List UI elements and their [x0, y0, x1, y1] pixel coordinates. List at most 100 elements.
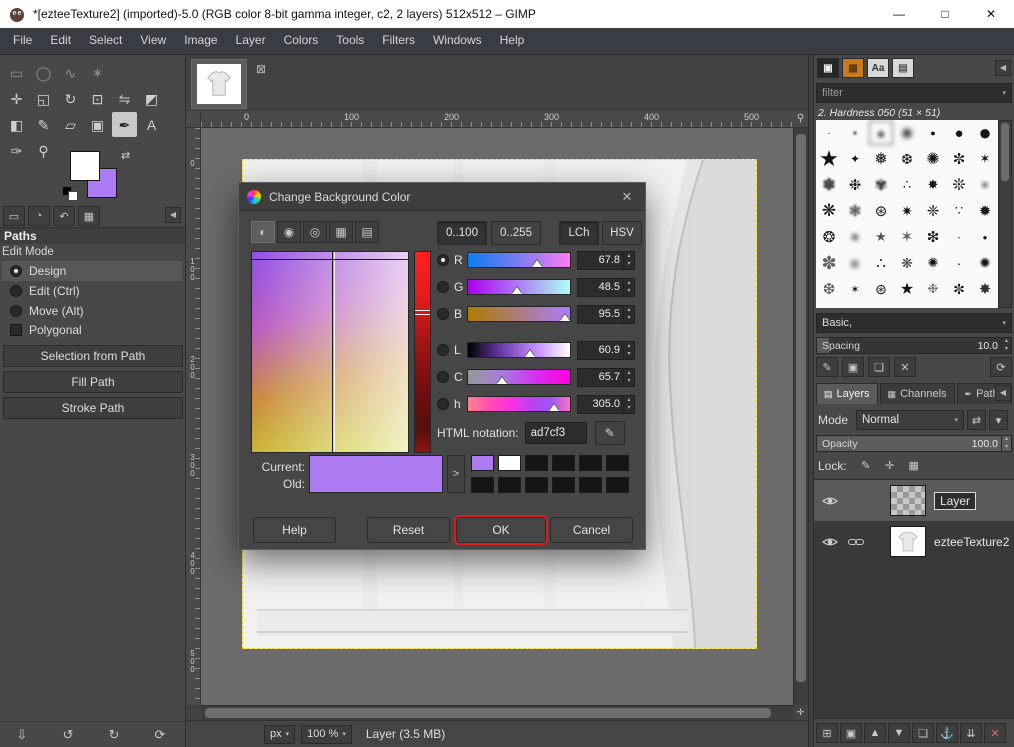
- layer-row[interactable]: ezteeTexture2: [814, 521, 1014, 562]
- vertical-scrollbar-thumb[interactable]: [796, 134, 806, 682]
- spinner-arrows[interactable]: ▴▾: [623, 369, 634, 386]
- brush-item[interactable]: ❋: [894, 250, 920, 276]
- tool-paths[interactable]: ✒: [112, 112, 137, 137]
- menu-item[interactable]: Help: [491, 28, 534, 54]
- channel-spinbox[interactable]: 48.5 ▴▾: [577, 278, 635, 297]
- history-expander-button[interactable]: >: [447, 455, 465, 493]
- menu-item[interactable]: Colors: [275, 28, 328, 54]
- tool-ink[interactable]: ✑: [4, 138, 29, 163]
- brush-item[interactable]: ●: [972, 172, 998, 198]
- mode-group-switch-button[interactable]: ⇄: [967, 410, 986, 430]
- brush-item[interactable]: ★: [868, 224, 894, 250]
- history-swatch[interactable]: [525, 455, 548, 471]
- brush-item[interactable]: ✾: [868, 172, 894, 198]
- radio-icon[interactable]: [10, 285, 22, 297]
- tool-bucket-fill[interactable]: ◧: [4, 112, 29, 137]
- brush-item[interactable]: ⊛: [868, 198, 894, 224]
- layer-thumbnail[interactable]: [890, 485, 926, 516]
- maximize-button[interactable]: □: [922, 0, 968, 28]
- brush-item[interactable]: ·: [816, 120, 842, 146]
- zoom-dropdown[interactable]: 100 % ▾: [301, 725, 352, 744]
- dock-tab-undo-history[interactable]: ↶: [53, 206, 75, 226]
- brush-item[interactable]: ✷: [894, 198, 920, 224]
- picker-palette[interactable]: ▦: [329, 221, 353, 243]
- lock-position-icon[interactable]: ✛: [881, 458, 899, 474]
- unit-dropdown[interactable]: px ▾: [264, 725, 295, 744]
- color-picker-button[interactable]: ✎: [595, 421, 625, 445]
- slider-marker[interactable]: [512, 287, 522, 294]
- brush-item[interactable]: ●: [868, 120, 894, 146]
- brush-group-dropdown[interactable]: Basic, ▾: [816, 313, 1012, 333]
- channel-spinbox[interactable]: 95.5 ▴▾: [577, 305, 635, 324]
- revert-button[interactable]: ↺: [58, 725, 78, 745]
- brush-item[interactable]: ∴: [868, 250, 894, 276]
- history-swatch[interactable]: [525, 477, 548, 493]
- merge-layer-button[interactable]: ⇊: [960, 723, 982, 743]
- picker-cmyk[interactable]: ▤: [355, 221, 379, 243]
- history-swatch[interactable]: [471, 455, 494, 471]
- history-swatch[interactable]: [579, 455, 602, 471]
- brush-item[interactable]: ✺: [920, 146, 946, 172]
- slider-marker[interactable]: [532, 260, 542, 267]
- layer-row[interactable]: Layer: [814, 480, 1014, 521]
- channel-spinbox[interactable]: 65.7 ▴▾: [577, 368, 635, 387]
- history-swatch[interactable]: [579, 477, 602, 493]
- channel-spinbox[interactable]: 305.0 ▴▾: [577, 395, 635, 414]
- brush-item[interactable]: ✸: [972, 276, 998, 302]
- dock-menu-arrow-icon[interactable]: ◀: [995, 385, 1011, 401]
- horizontal-scrollbar[interactable]: [201, 705, 793, 720]
- radio-icon[interactable]: [10, 305, 22, 317]
- menu-item[interactable]: Windows: [424, 28, 491, 54]
- tool-scale[interactable]: ⊡: [85, 86, 110, 111]
- polygonal-option[interactable]: Polygonal: [10, 323, 82, 337]
- brush-item[interactable]: ✦: [842, 146, 868, 172]
- spinner-arrows[interactable]: ▴▾: [1001, 436, 1011, 451]
- horizontal-scrollbar-thumb[interactable]: [205, 708, 771, 718]
- brush-item[interactable]: ❆: [894, 146, 920, 172]
- reset-button[interactable]: Reset: [367, 517, 450, 543]
- paths-action-button[interactable]: Stroke Path: [3, 397, 183, 419]
- picker-wheel[interactable]: ◎: [303, 221, 327, 243]
- chain-link-icon[interactable]: [848, 537, 864, 547]
- brush-item[interactable]: ❆: [816, 276, 842, 302]
- horizontal-ruler[interactable]: 0100200300400500: [201, 111, 793, 128]
- dock-tab-brushes[interactable]: ▣: [817, 58, 839, 78]
- brush-filter-input[interactable]: filter ▾: [816, 83, 1012, 103]
- dock-tab-patterns[interactable]: ▩: [842, 58, 864, 78]
- menu-item[interactable]: Filters: [373, 28, 424, 54]
- spinner-arrows[interactable]: ▴▾: [623, 306, 634, 323]
- channel-spinbox[interactable]: 60.9 ▴▾: [577, 341, 635, 360]
- history-swatch[interactable]: [498, 477, 521, 493]
- brush-item[interactable]: ❉: [920, 276, 946, 302]
- brush-scrollbar-thumb[interactable]: [1001, 123, 1009, 181]
- channel-spinbox[interactable]: 67.8 ▴▾: [577, 251, 635, 270]
- ok-button[interactable]: OK: [456, 517, 546, 543]
- history-swatch[interactable]: [471, 477, 494, 493]
- anchor-layer-button[interactable]: ⚓: [936, 723, 958, 743]
- slider-marker[interactable]: [560, 314, 570, 321]
- edit-mode-option[interactable]: Design: [2, 261, 182, 281]
- brush-item[interactable]: ❉: [842, 172, 868, 198]
- brush-item[interactable]: ✶: [972, 146, 998, 172]
- paths-action-button[interactable]: Fill Path: [3, 371, 183, 393]
- spinner-arrows[interactable]: ▴▾: [623, 279, 634, 296]
- lower-layer-button[interactable]: ▼: [888, 723, 910, 743]
- menu-item[interactable]: Tools: [327, 28, 373, 54]
- tool-rotate[interactable]: ↻: [58, 86, 83, 111]
- tool-flip[interactable]: ⇋: [112, 86, 137, 111]
- brush-item[interactable]: ●: [972, 120, 998, 146]
- brush-item[interactable]: ●: [842, 250, 868, 276]
- dock-menu-arrow-icon[interactable]: ◀: [995, 60, 1011, 76]
- edit-brush-button[interactable]: ✎: [816, 357, 838, 377]
- dock-tab-device-status[interactable]: ◔: [28, 206, 50, 226]
- tool-free-select[interactable]: ∿: [58, 60, 83, 85]
- color-select-strip[interactable]: [414, 251, 431, 453]
- navigation-icon[interactable]: ✛: [793, 705, 808, 720]
- picker-watercolor[interactable]: ◉: [277, 221, 301, 243]
- tool-clone[interactable]: ▣: [85, 112, 110, 137]
- tool-crop[interactable]: ◱: [31, 86, 56, 111]
- titlebar[interactable]: *[ezteeTexture2] (imported)-5.0 (RGB col…: [0, 0, 1014, 28]
- new-brush-button[interactable]: ▣: [842, 357, 864, 377]
- dock-tab-fonts[interactable]: Aa: [867, 58, 889, 78]
- slider-marker[interactable]: [525, 350, 535, 357]
